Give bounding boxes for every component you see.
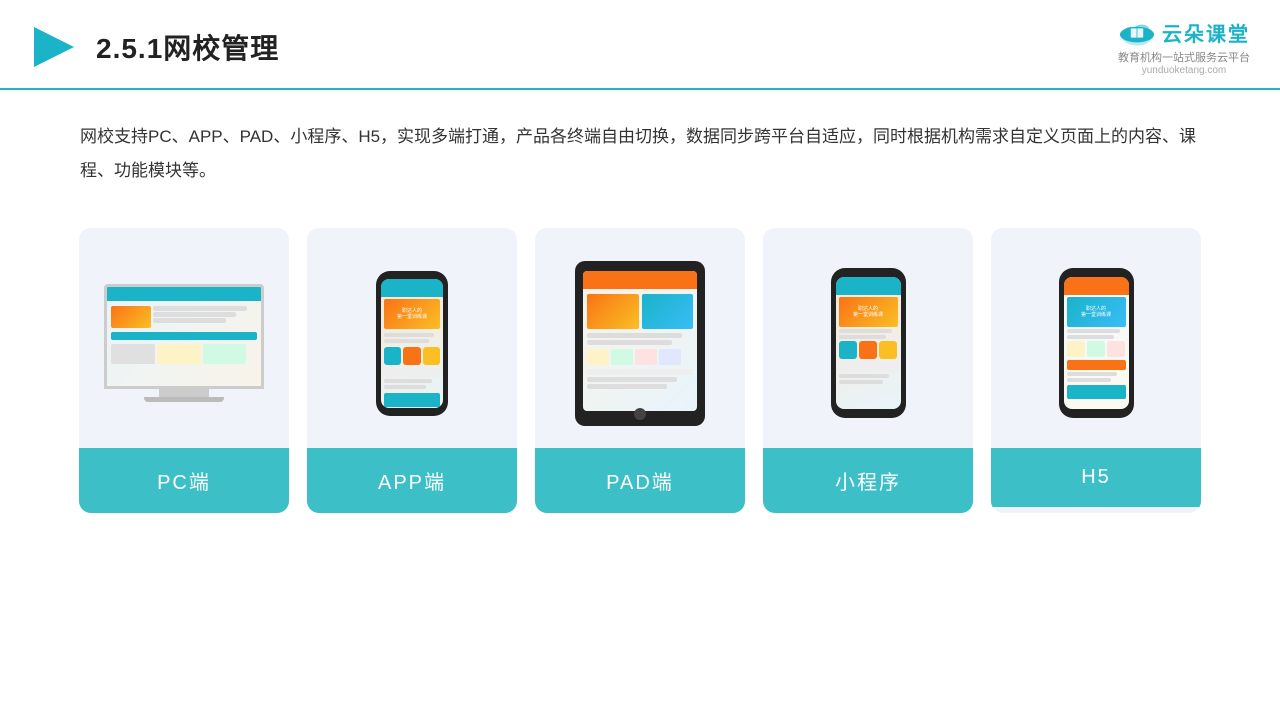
card-pc: PC端 bbox=[79, 228, 289, 513]
card-miniprogram-image: 职达人的第一堂训练课 bbox=[763, 228, 973, 448]
app-mockup: 职达人的第一堂训练课 bbox=[376, 271, 448, 416]
cards-container: PC端 职达人的第一堂训练课 bbox=[0, 198, 1280, 533]
card-pad-label: PAD端 bbox=[535, 448, 745, 513]
card-h5-label: H5 bbox=[991, 448, 1201, 507]
logo-url: yunduoketang.com bbox=[1142, 65, 1227, 76]
card-miniprogram: 职达人的第一堂训练课 bbox=[763, 228, 973, 513]
card-app-label: APP端 bbox=[307, 448, 517, 513]
h5-mockup: 职达人的第一堂训练课 bbox=[1059, 268, 1134, 418]
card-h5: 职达人的第一堂训练课 bbox=[991, 228, 1201, 513]
header-left: 2.5.1网校管理 bbox=[30, 23, 279, 71]
card-pc-image bbox=[79, 228, 289, 448]
card-pad: PAD端 bbox=[535, 228, 745, 513]
miniprogram-mockup: 职达人的第一堂训练课 bbox=[831, 268, 906, 418]
header: 2.5.1网校管理 云朵课堂 教育机构一站式服务云平台 yunduoketang… bbox=[0, 0, 1280, 90]
logo-cloud: 云朵课堂 bbox=[1118, 18, 1250, 47]
card-miniprogram-label: 小程序 bbox=[763, 448, 973, 513]
card-pad-image bbox=[535, 228, 745, 448]
card-h5-image: 职达人的第一堂训练课 bbox=[991, 228, 1201, 448]
logo-area: 云朵课堂 教育机构一站式服务云平台 yunduoketang.com bbox=[1118, 18, 1250, 76]
page-title: 2.5.1网校管理 bbox=[96, 27, 279, 67]
card-app: 职达人的第一堂训练课 bbox=[307, 228, 517, 513]
cloud-icon bbox=[1118, 19, 1156, 47]
card-app-image: 职达人的第一堂训练课 bbox=[307, 228, 517, 448]
description-text: 网校支持PC、APP、PAD、小程序、H5，实现多端打通，产品各终端自由切换，数… bbox=[80, 127, 1196, 180]
logo-text: 云朵课堂 bbox=[1162, 18, 1250, 47]
description: 网校支持PC、APP、PAD、小程序、H5，实现多端打通，产品各终端自由切换，数… bbox=[0, 90, 1280, 198]
card-pc-label: PC端 bbox=[79, 448, 289, 513]
play-icon bbox=[30, 23, 78, 71]
logo-subtitle: 教育机构一站式服务云平台 bbox=[1118, 49, 1250, 65]
pc-mockup bbox=[104, 284, 264, 402]
pad-mockup bbox=[575, 261, 705, 426]
